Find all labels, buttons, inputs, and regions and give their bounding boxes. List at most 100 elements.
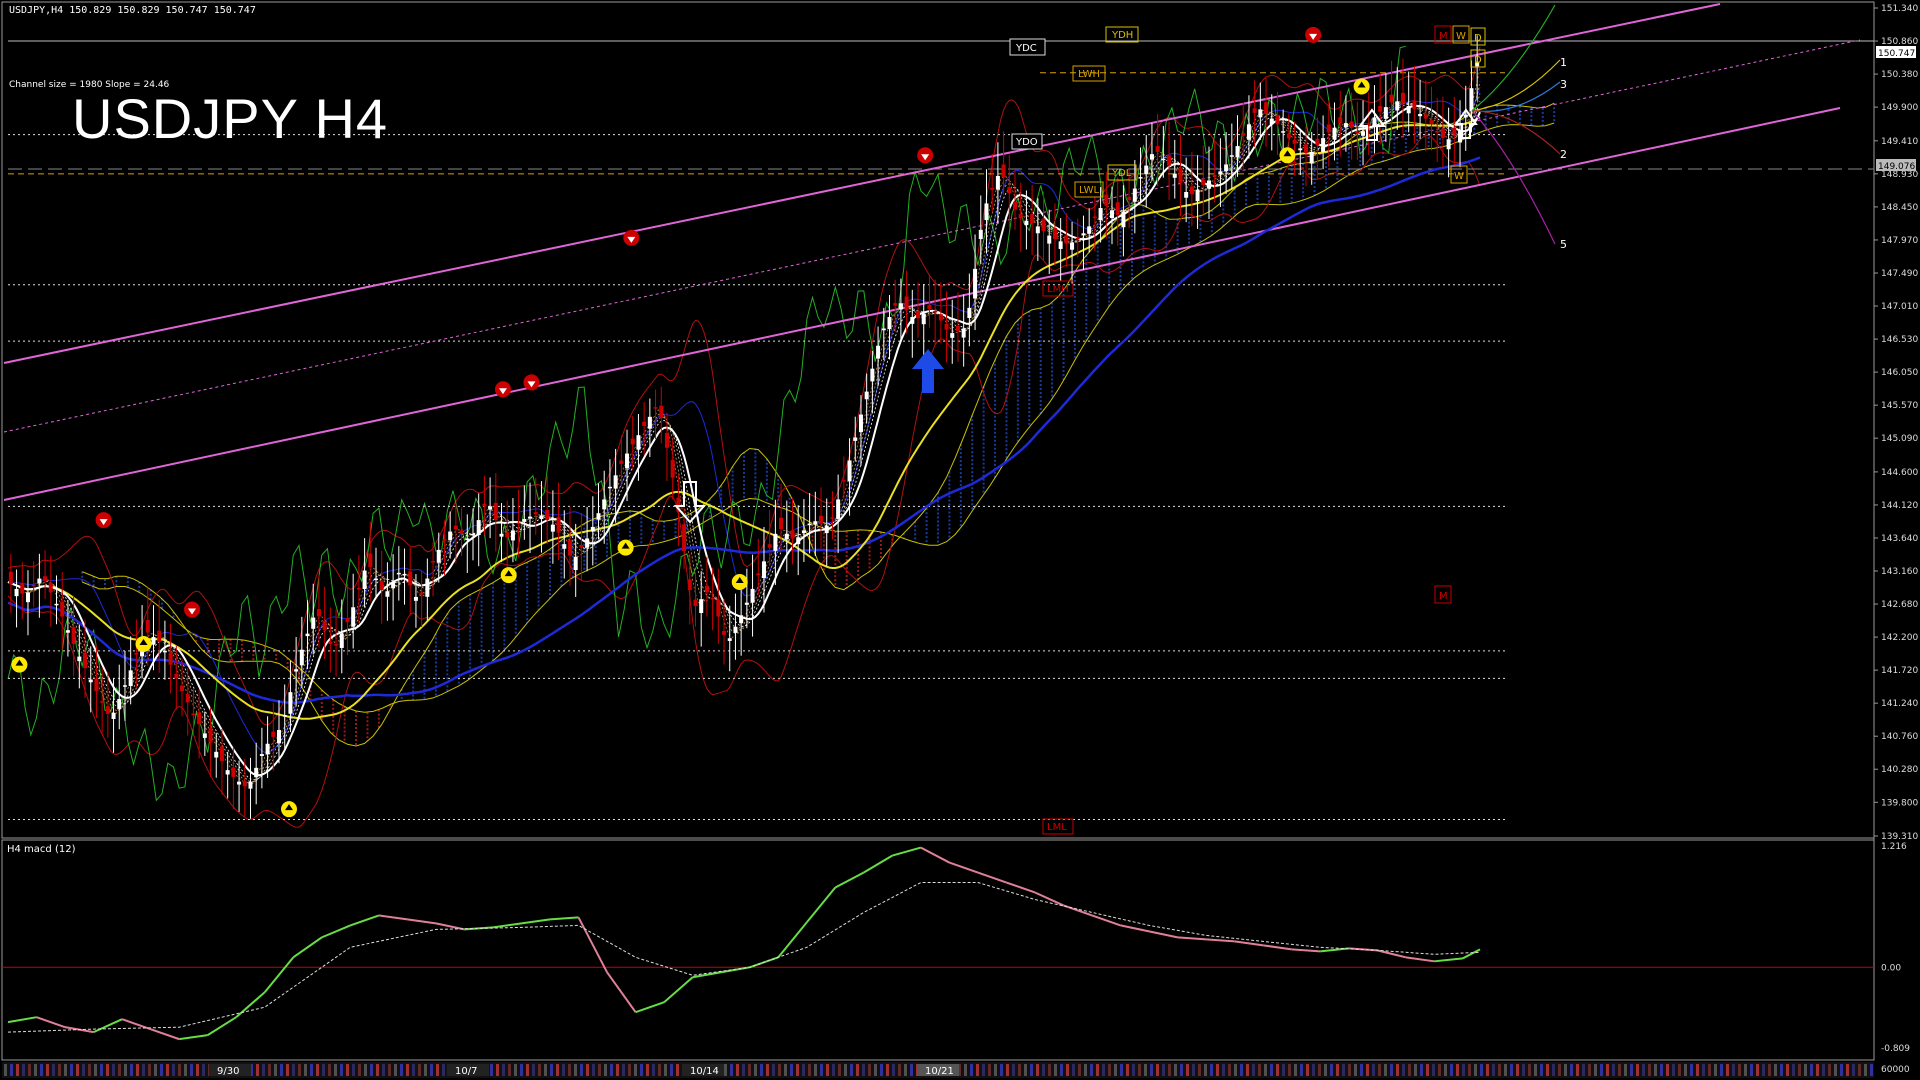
candle-body — [1030, 214, 1035, 223]
session-bar — [160, 1064, 163, 1076]
session-bar — [1114, 1064, 1117, 1076]
session-bar — [1546, 1064, 1549, 1076]
candle-body — [1338, 117, 1343, 124]
macd-segment — [606, 971, 637, 1013]
d-top-tag: D — [1470, 27, 1486, 46]
session-bar — [406, 1064, 409, 1076]
session-bar — [1858, 1064, 1861, 1076]
axis-label: 147.490 — [1881, 269, 1918, 279]
macd-segment — [378, 914, 408, 921]
session-bar — [1078, 1064, 1081, 1076]
candle-body — [442, 539, 447, 541]
session-bar — [412, 1064, 415, 1076]
session-bar — [1276, 1064, 1279, 1076]
session-bar — [1084, 1064, 1087, 1076]
session-bar — [1834, 1064, 1837, 1076]
session-bar — [1522, 1064, 1525, 1076]
candle-body — [145, 619, 150, 633]
candle-body — [54, 603, 59, 606]
session-bar — [586, 1064, 589, 1076]
session-bar — [154, 1064, 157, 1076]
session-bar — [1324, 1064, 1327, 1076]
session-bar — [1228, 1064, 1231, 1076]
lml-tag: LML — [1042, 818, 1074, 835]
session-bar — [1672, 1064, 1675, 1076]
candle-body — [180, 685, 185, 692]
candle-body — [282, 715, 287, 717]
session-bar — [184, 1064, 187, 1076]
macd-panel-frame — [1, 839, 1875, 1061]
session-bar — [94, 1064, 97, 1076]
session-bar — [256, 1064, 259, 1076]
macd-segment — [263, 956, 295, 993]
session-bar — [364, 1064, 367, 1076]
candle-body — [807, 523, 812, 526]
candle-body — [716, 599, 721, 617]
macd-segment — [1234, 940, 1264, 947]
candle-body — [385, 591, 390, 597]
candle-body — [1052, 228, 1057, 240]
session-bar — [1060, 1064, 1063, 1076]
session-bar — [178, 1064, 181, 1076]
candle-body — [202, 733, 207, 738]
candle-body — [836, 499, 841, 519]
session-bar — [202, 1064, 205, 1076]
session-bar — [502, 1064, 505, 1076]
session-bar — [1762, 1064, 1765, 1076]
symbol-header: USDJPY,H4 150.829 150.829 150.747 150.74… — [9, 5, 256, 16]
chart-title: USDJPY H4 — [72, 87, 389, 150]
svg-text:YDL: YDL — [1111, 168, 1132, 179]
svg-text:LMH: LMH — [1047, 284, 1069, 295]
session-bar — [550, 1064, 553, 1076]
svg-text:LML: LML — [1047, 822, 1067, 833]
session-bar — [1000, 1064, 1003, 1076]
candle-body — [664, 432, 669, 448]
candle-body — [1349, 121, 1354, 128]
session-bar — [1864, 1064, 1867, 1076]
session-bar — [1204, 1064, 1207, 1076]
lwl-tag: LWL — [1074, 181, 1104, 198]
candle-body — [727, 638, 732, 641]
session-bar — [1180, 1064, 1183, 1076]
session-bar — [382, 1064, 385, 1076]
candle-body — [1292, 139, 1297, 144]
session-bar — [856, 1064, 859, 1076]
price-axis: 151.340150.860150.380149.900149.410148.9… — [1874, 4, 1918, 842]
moving-averages — [7, 68, 1481, 786]
macd-segment — [1405, 956, 1435, 963]
session-bar — [676, 1064, 679, 1076]
axis-label: 149.900 — [1881, 103, 1918, 113]
candle-body — [1104, 194, 1109, 206]
candle-body — [351, 607, 356, 627]
axis-label: 145.570 — [1881, 401, 1918, 411]
candle-body — [499, 533, 504, 537]
chikou-line — [7, 45, 1406, 802]
session-bar — [562, 1064, 565, 1076]
macd-segment — [949, 861, 979, 874]
candle-body — [1218, 171, 1223, 175]
candle-body — [356, 587, 361, 590]
macd-segment — [692, 971, 722, 979]
candle-body — [1212, 174, 1217, 177]
session-bar — [46, 1064, 49, 1076]
session-bar — [790, 1064, 793, 1076]
axis-label: 139.800 — [1881, 798, 1918, 808]
session-bar — [1030, 1064, 1033, 1076]
candle-body — [927, 304, 932, 310]
ma-white — [7, 104, 1481, 777]
session-bar — [598, 1064, 601, 1076]
candle-body — [1155, 146, 1160, 152]
session-bar — [1006, 1064, 1009, 1076]
session-bar — [1624, 1064, 1627, 1076]
candle-body — [1269, 118, 1274, 125]
session-bar — [520, 1064, 523, 1076]
svg-text:W: W — [1454, 171, 1464, 182]
date-label: 10/7 — [455, 1066, 477, 1077]
candle-body — [1047, 235, 1052, 244]
session-bar — [436, 1064, 439, 1076]
session-bar — [322, 1064, 325, 1076]
candle-body — [830, 517, 835, 519]
axis-label: 147.970 — [1881, 236, 1918, 246]
proj-label-3: 3 — [1560, 78, 1567, 91]
session-bar — [1720, 1064, 1723, 1076]
